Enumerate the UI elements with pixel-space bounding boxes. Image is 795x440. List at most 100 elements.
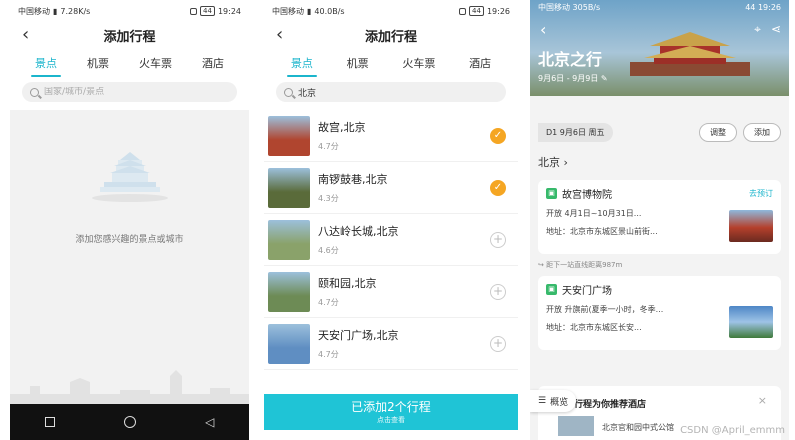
tab-flights[interactable]: 机票 bbox=[83, 49, 113, 77]
tab-trains[interactable]: 火车票 bbox=[135, 49, 176, 77]
result-item[interactable]: 故宫,北京 4.7分 ✓ bbox=[264, 110, 518, 162]
result-list: 故宫,北京 4.7分 ✓ 南锣鼓巷,北京 4.3分 ✓ 八达岭长城,北京 4.6分 + 颐和园,北… bbox=[264, 110, 518, 370]
tab-flights[interactable]: 机票 bbox=[343, 49, 373, 77]
category-tabs: 景点 机票 火车票 酒店 bbox=[264, 48, 518, 78]
result-score: 4.7分 bbox=[318, 298, 339, 307]
trip-dates: 9月6日 - 9月9日 ✎ bbox=[538, 73, 608, 84]
nav-bar: ‹ 添加行程 bbox=[264, 22, 518, 48]
battery-icon: 44 bbox=[469, 6, 484, 16]
back-arrow-icon[interactable]: ‹ bbox=[276, 26, 283, 44]
spot-card[interactable]: ▣ 故宫博物院 去预订 开放 4月1日~10月31日... 地址：北京市东城区景山… bbox=[538, 180, 781, 254]
hotel-panel-title: 行程为你推荐酒店 bbox=[574, 400, 647, 410]
status-bar: 中国移动 ▮ 40.0B/s 44 19:26 bbox=[264, 0, 518, 22]
result-thumbnail bbox=[268, 115, 310, 156]
tab-attractions[interactable]: 景点 bbox=[31, 49, 61, 77]
walk-icon: ↪ bbox=[538, 261, 544, 269]
search-container bbox=[264, 78, 518, 110]
search-icon bbox=[30, 87, 39, 97]
page-title: 添加行程 bbox=[103, 29, 156, 45]
tab-hotels[interactable]: 酒店 bbox=[465, 49, 495, 77]
nav-bar: ‹ 添加行程 bbox=[10, 22, 249, 48]
carrier-label: 中国移动 bbox=[538, 2, 570, 12]
back-triangle-icon[interactable]: ◁ bbox=[205, 415, 214, 429]
result-score: 4.6分 bbox=[318, 246, 339, 255]
check-icon[interactable]: ✓ bbox=[490, 179, 506, 196]
network-speed: 40.0B/s bbox=[314, 6, 345, 16]
recents-button[interactable] bbox=[44, 417, 55, 427]
status-bar: 中国移动 ▮ 7.28K/s 44 19:24 bbox=[10, 0, 249, 22]
adjust-button[interactable]: 调整 bbox=[699, 122, 737, 142]
empty-state: 添加您感兴趣的景点或城市 bbox=[10, 150, 249, 245]
distance-text: 距下一站直线距离987m bbox=[546, 261, 623, 269]
alarm-icon bbox=[459, 7, 467, 15]
hotel-name[interactable]: 北京官和园中式公馆 bbox=[602, 422, 674, 433]
result-thumbnail bbox=[268, 167, 310, 208]
spot-name: 故宫博物院 bbox=[562, 190, 612, 201]
tab-trains[interactable]: 火车票 bbox=[398, 49, 439, 77]
overview-button[interactable]: ☰ 概览 bbox=[530, 390, 577, 412]
clock-time: 19:24 bbox=[217, 6, 241, 16]
overview-label: 概览 bbox=[550, 397, 569, 408]
add-button[interactable]: 添加 bbox=[743, 122, 781, 142]
spot-address: 地址：北京市东城区景山前街... bbox=[546, 227, 658, 236]
spot-type-icon: ▣ bbox=[546, 284, 557, 295]
result-name: 颐和园,北京 bbox=[318, 277, 377, 290]
search-icon bbox=[284, 87, 293, 97]
back-arrow-icon[interactable]: ‹ bbox=[540, 20, 546, 39]
result-score: 4.7分 bbox=[318, 142, 339, 151]
result-thumbnail bbox=[268, 271, 310, 312]
chevron-right-icon: › bbox=[563, 156, 568, 169]
network-speed: 305B/s bbox=[572, 2, 601, 12]
header-actions: ⌖ ⋖ bbox=[754, 22, 781, 37]
spot-hours: 开放 升旗前(夏季一小时，冬季... bbox=[546, 305, 664, 314]
result-thumbnail bbox=[268, 323, 310, 364]
day-row: D1 9月6日 周五 调整 添加 bbox=[530, 116, 789, 148]
alarm-icon bbox=[190, 7, 198, 15]
edit-icon[interactable]: ✎ bbox=[601, 74, 608, 83]
tab-hotels[interactable]: 酒店 bbox=[198, 49, 228, 77]
status-bar: 中国移动 305B/s 44 19:26 bbox=[530, 0, 789, 14]
watermark: CSDN @April_emmm bbox=[680, 425, 785, 436]
distance-info: ↪ 距下一站直线距离987m bbox=[530, 254, 789, 272]
close-icon[interactable]: × bbox=[758, 394, 767, 407]
search-input[interactable] bbox=[44, 87, 229, 97]
check-icon[interactable]: ✓ bbox=[490, 127, 506, 144]
tab-attractions[interactable]: 景点 bbox=[286, 49, 317, 77]
added-count-label: 已添加2个行程 bbox=[351, 400, 431, 414]
result-item[interactable]: 颐和园,北京 4.7分 + bbox=[264, 266, 518, 318]
result-item[interactable]: 南锣鼓巷,北京 4.3分 ✓ bbox=[264, 162, 518, 214]
spot-photo bbox=[729, 306, 773, 338]
result-item[interactable]: 八达岭长城,北京 4.6分 + bbox=[264, 214, 518, 266]
home-button[interactable] bbox=[123, 416, 136, 428]
plus-icon[interactable]: + bbox=[490, 283, 506, 300]
carrier-label: 中国移动 bbox=[18, 6, 50, 16]
share-icon[interactable]: ⋖ bbox=[771, 22, 781, 37]
plus-icon[interactable]: + bbox=[490, 231, 506, 248]
android-nav-bar: ◁ bbox=[10, 404, 249, 440]
signal-icon: ▮ bbox=[53, 6, 58, 16]
spot-type-icon: ▣ bbox=[546, 188, 557, 199]
battery-level: 44 bbox=[745, 2, 756, 12]
map-pin-icon[interactable]: ⌖ bbox=[754, 22, 761, 37]
clock-time: 19:26 bbox=[757, 2, 781, 12]
result-item[interactable]: 天安门广场,北京 4.7分 + bbox=[264, 318, 518, 370]
plus-icon[interactable]: + bbox=[490, 335, 506, 352]
search-input[interactable] bbox=[298, 87, 498, 97]
day-label[interactable]: D1 9月6日 周五 bbox=[538, 122, 613, 142]
spot-card[interactable]: ▣ 天安门广场 开放 升旗前(夏季一小时，冬季... 地址：北京市东城区长安... bbox=[538, 276, 781, 350]
search-container bbox=[10, 78, 249, 110]
trip-title: 北京之行 bbox=[538, 50, 603, 69]
book-link[interactable]: 去预订 bbox=[749, 188, 773, 199]
back-arrow-icon[interactable]: ‹ bbox=[22, 26, 29, 44]
search-box[interactable] bbox=[276, 82, 506, 102]
screen-add-trip-search: 中国移动 ▮ 40.0B/s 44 19:26 ‹ 添加行程 景点 机票 火车票… bbox=[264, 0, 518, 440]
screen-trip-detail: 中国移动 305B/s 44 19:26 ‹ ⌖ ⋖ 北京之行 9月6日 - 9… bbox=[530, 0, 789, 440]
city-heading[interactable]: 北京 › bbox=[530, 148, 789, 176]
result-score: 4.7分 bbox=[318, 350, 339, 359]
screen-add-trip-empty: 中国移动 ▮ 7.28K/s 44 19:24 ‹ 添加行程 景点 机票 火车票… bbox=[10, 0, 249, 440]
list-icon: ☰ bbox=[538, 396, 547, 406]
search-box[interactable] bbox=[22, 82, 237, 102]
page-title: 添加行程 bbox=[364, 29, 417, 45]
result-thumbnail bbox=[268, 219, 310, 260]
added-trips-button[interactable]: 已添加2个行程 点击查看 bbox=[264, 394, 518, 430]
